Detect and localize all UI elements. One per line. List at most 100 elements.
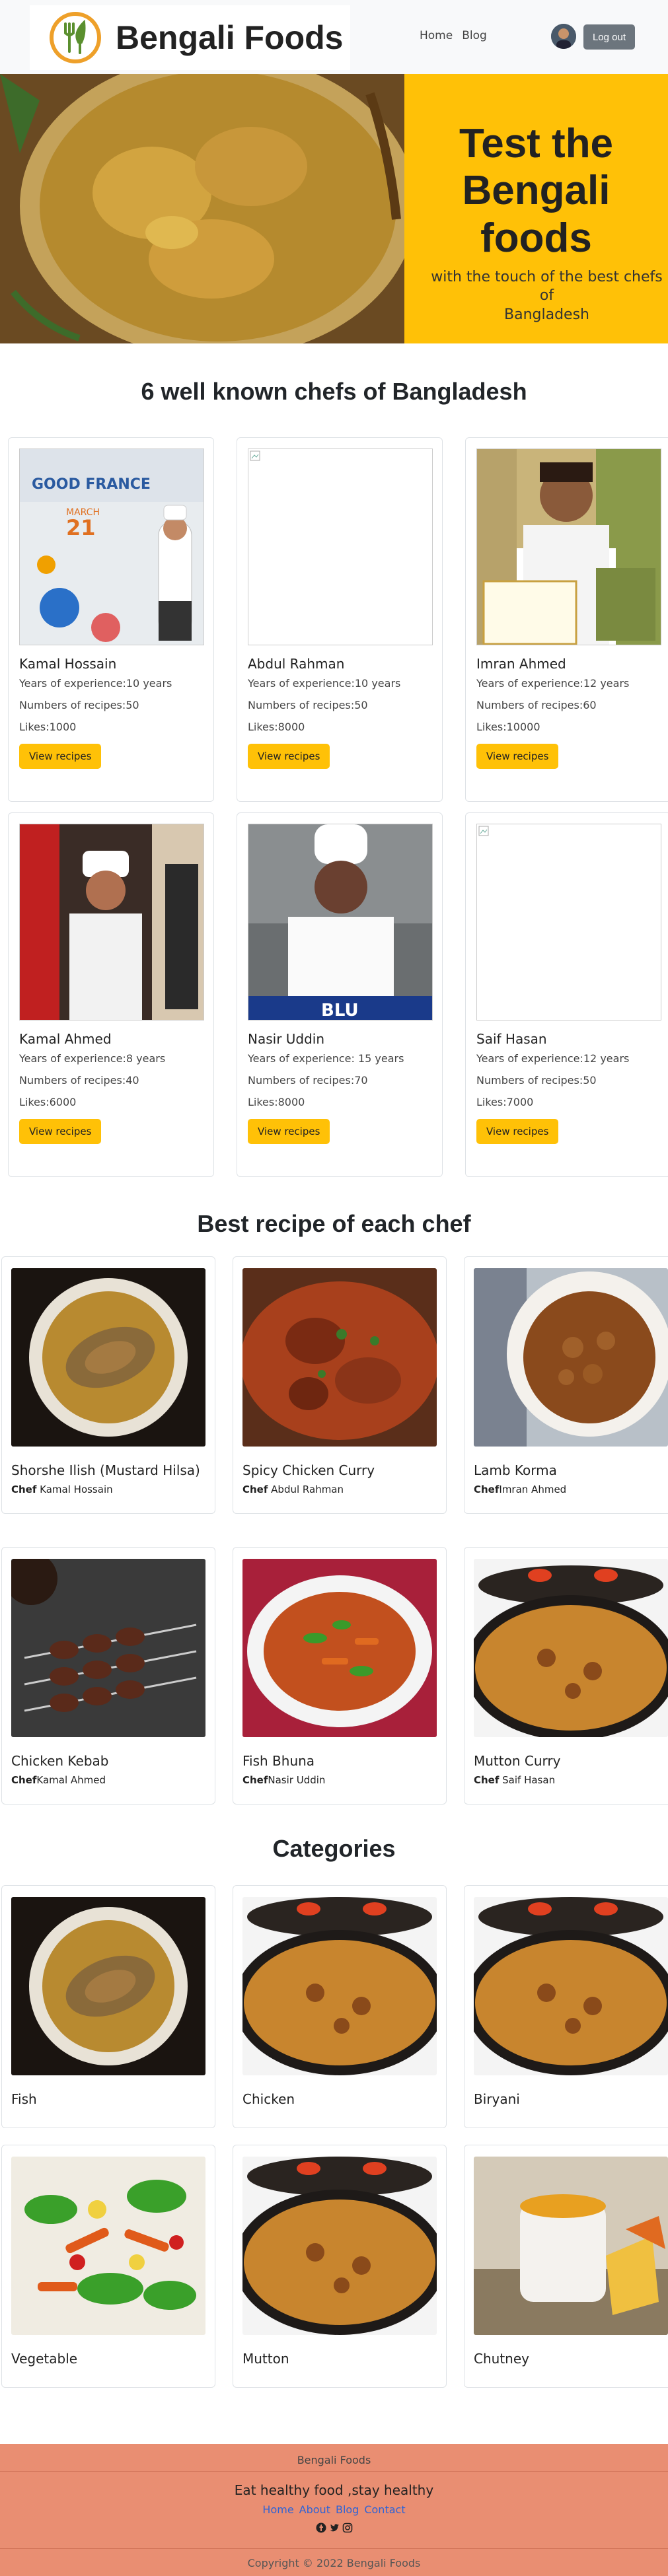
category-title: Mutton bbox=[242, 2351, 289, 2367]
category-title: Biryani bbox=[474, 2091, 520, 2107]
nav-links: Home Blog bbox=[420, 29, 487, 42]
hero-subtitle: with the touch of the best chefs of Bang… bbox=[431, 268, 663, 324]
category-card[interactable]: Chutney bbox=[464, 2145, 668, 2388]
footer-about-link[interactable]: About bbox=[299, 2503, 330, 2516]
chef-label: Chef bbox=[474, 1484, 500, 1495]
chef-name: Kamal Ahmed bbox=[19, 1031, 112, 1047]
recipe-photo bbox=[474, 1559, 668, 1737]
facebook-icon[interactable] bbox=[316, 2522, 326, 2533]
footer-home-link[interactable]: Home bbox=[262, 2503, 293, 2516]
chef-experience: Years of experience:8 years bbox=[19, 1052, 166, 1065]
recipe-chef: ChefKamal Ahmed bbox=[11, 1774, 205, 1786]
chef-likes: Likes:6000 bbox=[19, 1096, 77, 1108]
recipe-photo bbox=[242, 1268, 437, 1447]
chef-name: Nasir Uddin bbox=[248, 1031, 325, 1047]
category-photo bbox=[242, 1897, 437, 2075]
nav-home-link[interactable]: Home bbox=[420, 29, 453, 42]
recipe-card[interactable]: Spicy Chicken Curry Chef Abdul Rahman bbox=[233, 1256, 447, 1514]
category-card[interactable]: Fish bbox=[1, 1885, 215, 2128]
view-recipes-button[interactable]: View recipes bbox=[248, 1119, 330, 1144]
recipe-card[interactable]: Lamb Korma ChefImran Ahmed bbox=[464, 1256, 668, 1514]
chef-likes: Likes:1000 bbox=[19, 721, 77, 733]
footer: Bengali Foods Eat healthy food ,stay hea… bbox=[0, 2444, 668, 2576]
chef-photo-text: BLU bbox=[321, 1001, 359, 1020]
chef-name: Saif Hasan bbox=[499, 1774, 556, 1786]
chef-recipes-count: Numbers of recipes:40 bbox=[19, 1074, 139, 1087]
instagram-icon[interactable] bbox=[342, 2522, 353, 2533]
navbar: Bengali Foods Home Blog Log out bbox=[0, 0, 668, 74]
view-recipes-button[interactable]: View recipes bbox=[19, 744, 102, 769]
view-recipes-button[interactable]: View recipes bbox=[476, 744, 559, 769]
recipe-card[interactable]: Shorshe Ilish (Mustard Hilsa) Chef Kamal… bbox=[1, 1256, 215, 1514]
chef-photo bbox=[476, 448, 661, 645]
user-avatar[interactable] bbox=[551, 24, 576, 49]
recipe-card[interactable]: Fish Bhuna ChefNasir Uddin bbox=[233, 1547, 447, 1805]
chef-experience: Years of experience:12 years bbox=[476, 677, 630, 690]
chef-likes: Likes:7000 bbox=[476, 1096, 534, 1108]
recipe-title: Mutton Curry bbox=[474, 1753, 561, 1769]
chef-name: Imran Ahmed bbox=[499, 1484, 567, 1495]
chef-photo bbox=[19, 824, 204, 1020]
category-grid: Fish Chicken Biryani Vegetable Mutton Ch… bbox=[1, 1885, 668, 2388]
chef-experience: Years of experience:12 years bbox=[476, 1052, 630, 1065]
categories-section-title: Categories bbox=[272, 1835, 396, 1862]
footer-blog-link[interactable]: Blog bbox=[336, 2503, 359, 2516]
recipe-chef: ChefImran Ahmed bbox=[474, 1484, 668, 1495]
chef-experience: Years of experience:10 years bbox=[248, 677, 401, 690]
chef-card: Imran Ahmed Years of experience:12 years… bbox=[465, 437, 668, 802]
chef-photo: BLU bbox=[248, 824, 433, 1020]
recipe-photo bbox=[242, 1559, 437, 1737]
chef-recipes-count: Numbers of recipes:50 bbox=[476, 1074, 597, 1087]
chef-label: Chef bbox=[11, 1484, 37, 1495]
category-title: Fish bbox=[11, 2091, 37, 2107]
chef-likes: Likes:8000 bbox=[248, 721, 305, 733]
recipe-title: Spicy Chicken Curry bbox=[242, 1462, 375, 1478]
category-card[interactable]: Biryani bbox=[464, 1885, 668, 2128]
brand[interactable]: Bengali Foods bbox=[30, 5, 350, 70]
footer-copyright: Copyright © 2022 Bengali Foods bbox=[0, 2548, 668, 2576]
chef-name: Abdul Rahman bbox=[248, 656, 345, 672]
twitter-icon[interactable] bbox=[329, 2522, 340, 2533]
chef-likes: Likes:10000 bbox=[476, 721, 540, 733]
category-photo bbox=[11, 1897, 205, 2075]
chef-name: Nasir Uddin bbox=[268, 1774, 326, 1786]
recipe-photo bbox=[11, 1559, 205, 1737]
hero-banner: Test the Bengali foods with the touch of… bbox=[0, 74, 668, 343]
chef-card: BLU Nasir Uddin Years of experience: 15 … bbox=[237, 812, 443, 1177]
hero-title: Test the Bengali foods bbox=[459, 121, 614, 261]
chef-recipes-count: Numbers of recipes:50 bbox=[248, 699, 368, 711]
view-recipes-button[interactable]: View recipes bbox=[248, 744, 330, 769]
recipe-chef: Chef Abdul Rahman bbox=[242, 1484, 437, 1495]
category-card[interactable]: Vegetable bbox=[1, 2145, 215, 2388]
category-card[interactable]: Chicken bbox=[233, 1885, 447, 2128]
footer-links: Home About Blog Contact bbox=[0, 2503, 668, 2516]
category-title: Chicken bbox=[242, 2091, 295, 2107]
recipe-card[interactable]: Mutton Curry Chef Saif Hasan bbox=[464, 1547, 668, 1805]
chef-card: Abdul Rahman Years of experience:10 year… bbox=[237, 437, 443, 802]
chef-likes: Likes:8000 bbox=[248, 1096, 305, 1108]
chef-name: Kamal Ahmed bbox=[36, 1774, 106, 1786]
recipe-card[interactable]: Chicken Kebab ChefKamal Ahmed bbox=[1, 1547, 215, 1805]
nav-blog-link[interactable]: Blog bbox=[462, 29, 487, 42]
category-photo bbox=[474, 2157, 668, 2335]
chef-card: GOOD FRANCE MARCH 21 Kamal Hossain Years… bbox=[8, 437, 214, 802]
recipe-title: Fish Bhuna bbox=[242, 1753, 315, 1769]
chef-photo-broken bbox=[248, 448, 433, 645]
chef-recipes-count: Numbers of recipes:50 bbox=[19, 699, 139, 711]
logout-button[interactable]: Log out bbox=[583, 24, 635, 50]
view-recipes-button[interactable]: View recipes bbox=[476, 1119, 559, 1144]
chef-name: Imran Ahmed bbox=[476, 656, 566, 672]
recipe-title: Chicken Kebab bbox=[11, 1753, 109, 1769]
chef-label: Chef bbox=[242, 1774, 268, 1786]
recipe-title: Lamb Korma bbox=[474, 1462, 557, 1478]
footer-brand: Bengali Foods bbox=[0, 2444, 668, 2472]
chef-name: Abdul Rahman bbox=[268, 1484, 344, 1495]
chef-label: Chef bbox=[11, 1774, 37, 1786]
view-recipes-button[interactable]: View recipes bbox=[19, 1119, 102, 1144]
chef-photo: GOOD FRANCE MARCH 21 bbox=[19, 448, 204, 645]
footer-contact-link[interactable]: Contact bbox=[364, 2503, 405, 2516]
footer-motto: Eat healthy food ,stay healthy bbox=[234, 2482, 434, 2498]
recipe-chef: Chef Saif Hasan bbox=[474, 1774, 668, 1786]
category-card[interactable]: Mutton bbox=[233, 2145, 447, 2388]
broken-image-icon bbox=[478, 826, 489, 836]
